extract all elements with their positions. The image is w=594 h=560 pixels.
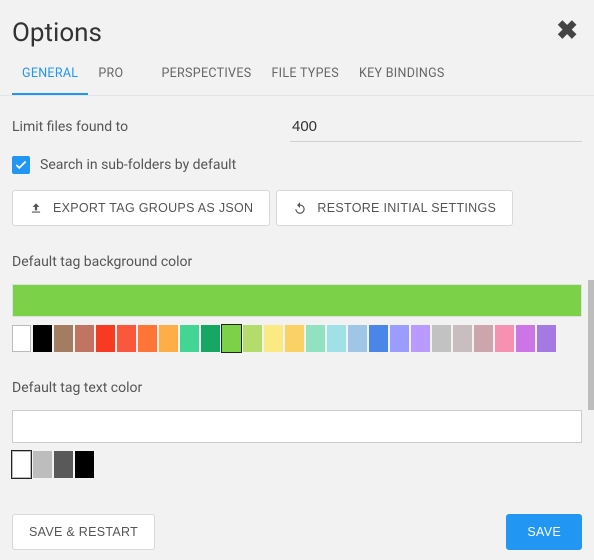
tab-file-types[interactable]: FILE TYPES <box>261 56 348 95</box>
limit-row: Limit files found to <box>12 112 582 142</box>
save-restart-button[interactable]: SAVE & RESTART <box>12 514 155 550</box>
modal-body: Limit files found to Search in sub-folde… <box>0 96 594 494</box>
check-icon <box>14 158 28 172</box>
text-color-label: Default tag text color <box>12 380 582 396</box>
color-swatch[interactable] <box>327 325 346 352</box>
color-swatch[interactable] <box>12 451 31 478</box>
modal-title: Options <box>12 18 102 48</box>
color-swatch[interactable] <box>411 325 430 352</box>
color-swatch[interactable] <box>537 325 556 352</box>
search-subfolders-checkbox[interactable] <box>12 156 30 174</box>
tab-key-bindings[interactable]: KEY BINDINGS <box>349 56 455 95</box>
modal-footer: SAVE & RESTART SAVE <box>0 504 594 560</box>
color-swatch[interactable] <box>516 325 535 352</box>
search-subfolders-row: Search in sub-folders by default <box>12 156 582 174</box>
text-color-swatches <box>12 451 582 478</box>
color-swatch[interactable] <box>96 325 115 352</box>
color-swatch[interactable] <box>264 325 283 352</box>
color-swatch[interactable] <box>369 325 388 352</box>
restore-label: RESTORE INITIAL SETTINGS <box>317 201 496 215</box>
color-swatch[interactable] <box>201 325 220 352</box>
undo-icon <box>293 201 307 215</box>
color-swatch[interactable] <box>222 325 241 352</box>
color-swatch[interactable] <box>75 451 94 478</box>
save-restart-label: SAVE & RESTART <box>29 525 138 539</box>
color-swatch[interactable] <box>33 451 52 478</box>
color-swatch[interactable] <box>12 325 31 352</box>
export-label: EXPORT TAG GROUPS AS JSON <box>53 201 253 215</box>
restore-settings-button[interactable]: RESTORE INITIAL SETTINGS <box>276 190 513 226</box>
color-swatch[interactable] <box>390 325 409 352</box>
color-swatch[interactable] <box>180 325 199 352</box>
color-swatch[interactable] <box>159 325 178 352</box>
color-swatch[interactable] <box>54 325 73 352</box>
search-subfolders-label: Search in sub-folders by default <box>40 157 236 173</box>
modal-header: Options ✖ <box>0 0 594 56</box>
save-button[interactable]: SAVE <box>506 514 582 550</box>
footer-left: SAVE & RESTART <box>12 514 155 550</box>
bg-color-label: Default tag background color <box>12 254 582 270</box>
color-swatch[interactable] <box>75 325 94 352</box>
tab-bar: GENERAL PRO PERSPECTIVES FILE TYPES KEY … <box>0 56 594 96</box>
export-tag-groups-button[interactable]: EXPORT TAG GROUPS AS JSON <box>12 190 270 226</box>
tab-perspectives[interactable]: PERSPECTIVES <box>151 56 261 95</box>
color-swatch[interactable] <box>138 325 157 352</box>
upload-icon <box>29 201 43 215</box>
tab-general[interactable]: GENERAL <box>12 56 88 95</box>
bg-color-preview[interactable] <box>12 284 582 317</box>
color-swatch[interactable] <box>306 325 325 352</box>
color-swatch[interactable] <box>54 451 73 478</box>
bg-color-swatches <box>12 325 582 352</box>
action-buttons-row: EXPORT TAG GROUPS AS JSON RESTORE INITIA… <box>12 190 582 226</box>
options-modal: Options ✖ GENERAL PRO PERSPECTIVES FILE … <box>0 0 594 560</box>
tab-pro[interactable]: PRO <box>88 56 133 95</box>
color-swatch[interactable] <box>495 325 514 352</box>
color-swatch[interactable] <box>348 325 367 352</box>
limit-input[interactable] <box>290 112 582 142</box>
color-swatch[interactable] <box>117 325 136 352</box>
color-swatch[interactable] <box>432 325 451 352</box>
save-label: SAVE <box>527 525 561 539</box>
limit-label: Limit files found to <box>12 119 290 135</box>
color-swatch[interactable] <box>285 325 304 352</box>
color-swatch[interactable] <box>453 325 472 352</box>
close-icon[interactable]: ✖ <box>556 18 578 44</box>
color-swatch[interactable] <box>243 325 262 352</box>
color-swatch[interactable] <box>474 325 493 352</box>
color-swatch[interactable] <box>33 325 52 352</box>
text-color-preview[interactable] <box>12 410 582 443</box>
